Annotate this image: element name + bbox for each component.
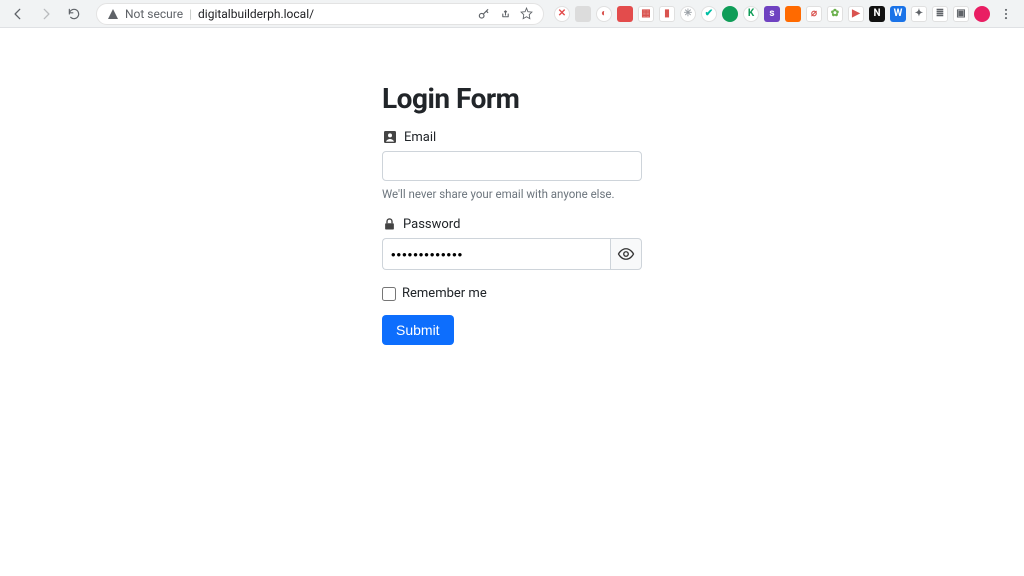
menu-button[interactable] [994, 2, 1018, 26]
password-label-row: Password [382, 217, 642, 232]
back-button[interactable] [6, 2, 30, 26]
ext-half-circle[interactable]: ◐ [596, 6, 612, 22]
remember-me-label: Remember me [402, 286, 487, 301]
address-bar[interactable]: Not secure | digitalbuilderph.local/ [96, 3, 544, 25]
ext-green-leaf[interactable]: ✿ [827, 6, 843, 22]
email-label: Email [404, 130, 436, 145]
ext-green-circle[interactable] [722, 6, 738, 22]
remember-me-checkbox[interactable] [382, 287, 396, 301]
ext-calendar[interactable]: ▦ [638, 6, 654, 22]
key-icon[interactable] [477, 7, 491, 21]
email-field-group: Email We'll never share your email with … [382, 129, 642, 201]
email-label-row: Email [382, 129, 642, 145]
ext-orange-square[interactable] [785, 6, 801, 22]
reload-button[interactable] [62, 2, 86, 26]
ext-red-slash[interactable]: ⌀ [806, 6, 822, 22]
ext-red-play[interactable]: ▶ [848, 6, 864, 22]
page-content: Login Form Email We'll never share your … [0, 28, 1024, 345]
person-icon [382, 129, 398, 145]
ext-blue-w[interactable]: W [890, 6, 906, 22]
ext-red-square[interactable] [617, 6, 633, 22]
password-input[interactable] [382, 238, 610, 270]
ext-puzzle[interactable]: ✦ [911, 6, 927, 22]
password-field-group: Password [382, 217, 642, 270]
email-input[interactable] [382, 151, 642, 181]
ext-square-gray1[interactable] [575, 6, 591, 22]
password-input-row [382, 238, 642, 270]
url-text: digitalbuilderph.local/ [198, 7, 471, 21]
ext-panel[interactable]: ▣ [953, 6, 969, 22]
ext-purple-s[interactable]: s [764, 6, 780, 22]
ext-close[interactable]: ✕ [554, 6, 570, 22]
ext-green-k[interactable]: K [743, 6, 759, 22]
lock-icon [382, 217, 397, 232]
browser-toolbar: Not secure | digitalbuilderph.local/ ✕ ◐ ▦… [0, 0, 1024, 28]
security-label: Not secure [125, 7, 183, 21]
ext-gray-gear[interactable]: ✳ [680, 6, 696, 22]
ext-red-shield[interactable]: ▮ [659, 6, 675, 22]
ext-avatar[interactable] [974, 6, 990, 22]
separator: | [189, 7, 192, 21]
email-help-text: We'll never share your email with anyone… [382, 187, 642, 201]
eye-icon [617, 245, 635, 263]
password-label: Password [403, 217, 460, 232]
remember-me-row: Remember me [382, 286, 642, 301]
toggle-password-visibility-button[interactable] [610, 238, 642, 270]
ext-black-n[interactable]: N [869, 6, 885, 22]
share-icon[interactable] [499, 7, 512, 20]
ext-teal-check[interactable]: ✔ [701, 6, 717, 22]
ext-list[interactable]: ≣ [932, 6, 948, 22]
forward-button[interactable] [34, 2, 58, 26]
extensions-strip: ✕ ◐ ▦ ▮ ✳ ✔ Ks ⌀ ✿ ▶ NW ✦ ≣ ▣ [554, 6, 990, 22]
submit-button[interactable]: Submit [382, 315, 454, 345]
login-form: Login Form Email We'll never share your … [382, 82, 642, 345]
page-title: Login Form [382, 82, 642, 115]
star-icon[interactable] [520, 7, 533, 20]
not-secure-icon [107, 8, 119, 20]
